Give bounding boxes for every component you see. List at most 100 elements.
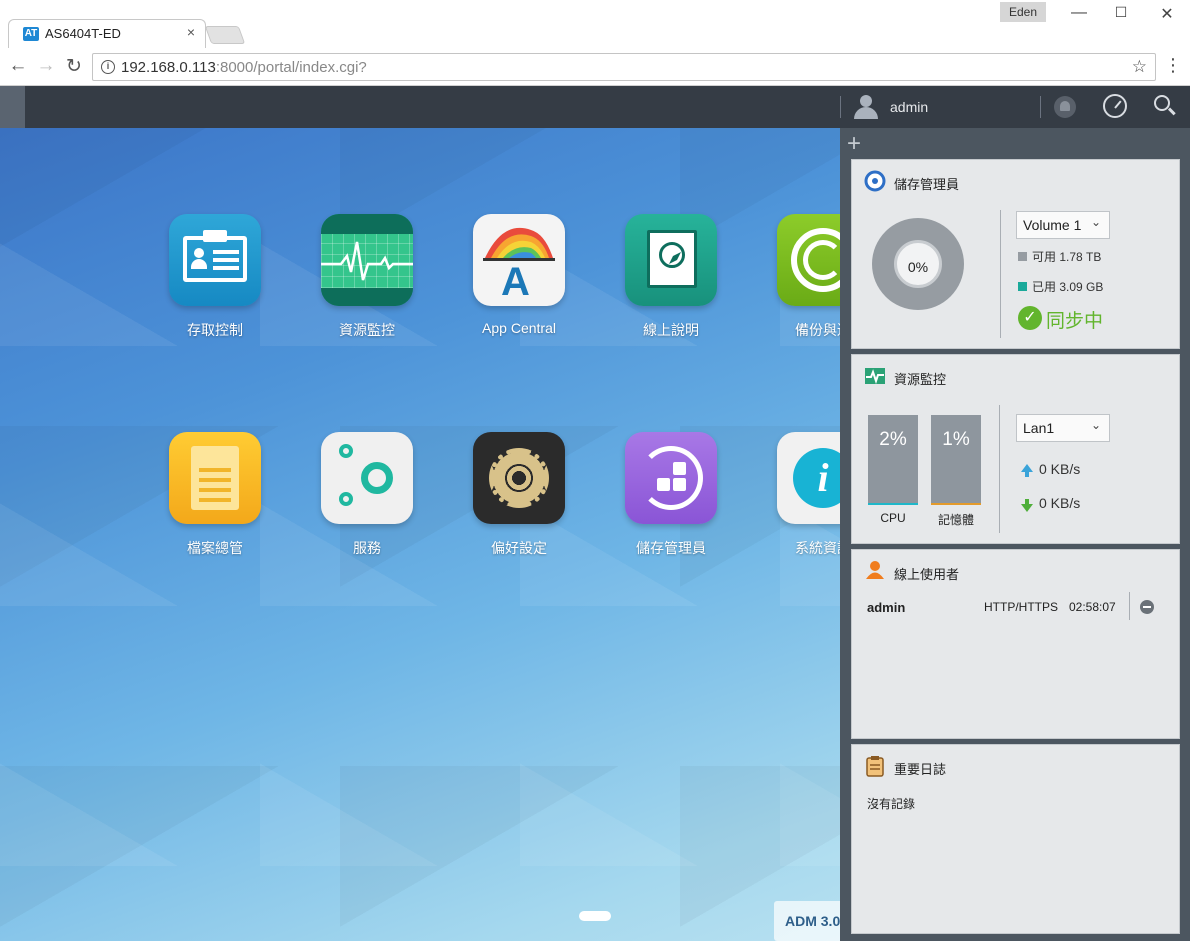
online-user-time: 02:58:07 [1069,600,1116,614]
free-swatch [1018,252,1027,261]
bookmark-star-icon[interactable]: ☆ [1132,57,1147,77]
widget-title: 線上使用者 [894,567,960,582]
chevron-down-icon: ⌄ [1090,215,1101,229]
divider [999,405,1000,533]
notification-bell-icon[interactable] [1054,96,1076,118]
tab-close-icon[interactable]: × [187,24,195,40]
volume-select[interactable]: Volume 1 ⌄ [1016,211,1110,239]
app-file-explorer[interactable]: 檔案總管 [150,432,280,558]
username[interactable]: admin [890,99,928,115]
preferences-icon[interactable] [473,432,565,524]
used-space-legend: 已用 3.09 GB [1018,278,1103,295]
free-space-legend: 可用 1.78 TB [1018,248,1101,265]
online-user-icon [866,561,884,579]
free-space-label: 可用 1.78 TB [1032,250,1102,264]
app-resource-monitor[interactable]: 資源監控 [302,214,432,340]
lan-select[interactable]: Lan1 ⌄ [1016,414,1110,442]
services-icon[interactable] [321,432,413,524]
file-explorer-icon[interactable] [169,432,261,524]
lan-select-value: Lan1 [1023,420,1055,436]
upload-rate: 0 KB/s [1039,461,1081,477]
dashboard-icon[interactable] [1103,94,1127,118]
start-button[interactable] [0,86,25,128]
check-circle-icon: ✓ [1018,306,1042,330]
app-label[interactable]: 儲存管理員 [606,538,736,558]
close-window-button[interactable]: ✕ [1152,4,1182,24]
reload-button[interactable]: ↻ [63,55,85,78]
app-label[interactable]: 服務 [302,538,432,558]
browser-tab[interactable]: AT AS6404T-ED × [8,19,206,48]
access-control-icon[interactable] [169,214,261,306]
memory-percent: 1% [942,429,970,450]
storage-usage-donut: 0% [872,218,964,310]
tab-title: AS6404T-ED [45,26,121,41]
profile-button[interactable]: Eden [1000,2,1046,22]
adm-desktop: admin 存取控制 資源監控 A App Central 線上說明 備份與還 … [0,86,1190,941]
widget-header: 資源監控 [864,365,946,387]
cpu-fill [868,503,918,505]
widget-header: 線上使用者 [864,560,959,582]
memory-usage-bar: 1% [931,415,981,505]
app-online-help[interactable]: 線上說明 [606,214,736,340]
app-app-central[interactable]: A App Central [454,214,584,336]
resource-monitor-widget: 資源監控 2% CPU 1% 記憶體 Lan1 ⌄ 0 KB/s 0 KB/s [851,354,1180,544]
used-swatch [1018,282,1027,291]
browser-titlebar: AT AS6404T-ED × Eden — ☐ ✕ [0,0,1190,48]
user-avatar-icon[interactable] [853,95,879,119]
storage-usage-percent: 0% [894,240,942,288]
minimize-button[interactable]: — [1064,4,1094,22]
widget-header: 重要日誌 [864,755,946,777]
app-label[interactable]: 線上說明 [606,320,736,340]
upload-arrow-icon [1021,464,1033,477]
cpu-usage-bar: 2% [868,415,918,505]
important-log-widget: 重要日誌 沒有記錄 [851,744,1180,934]
volume-select-value: Volume 1 [1023,217,1082,233]
app-label[interactable]: 偏好設定 [454,538,584,558]
forward-button[interactable]: → [35,55,57,77]
app-storage-manager[interactable]: 儲存管理員 [606,432,736,558]
app-central-letter: A [501,260,530,304]
search-icon[interactable] [1154,95,1170,111]
app-label[interactable]: App Central [454,320,584,336]
memory-label: 記憶體 [937,513,974,527]
resource-monitor-widget-icon [865,368,885,385]
clipboard-log-icon [866,756,884,777]
divider [1040,96,1041,118]
browser-menu-icon[interactable]: ⋮ [1164,55,1182,76]
new-tab-button[interactable] [204,26,246,44]
widget-panel: + 儲存管理員 0% Volume 1 ⌄ 可用 1.78 TB 已用 3.09… [840,128,1190,941]
online-user-name: admin [867,600,906,615]
back-button[interactable]: ← [7,55,29,77]
widget-title: 資源監控 [894,372,947,387]
online-user-protocol: HTTP/HTTPS [984,600,1058,614]
maximize-button[interactable]: ☐ [1106,4,1136,21]
app-access-control[interactable]: 存取控制 [150,214,280,340]
add-widget-button[interactable]: + [847,130,861,158]
address-bar[interactable]: i 192.168.0.113:8000/portal/index.cgi? ☆ [92,53,1156,81]
resource-monitor-icon[interactable] [321,214,413,306]
app-label[interactable]: 存取控制 [150,320,280,340]
info-icon[interactable]: i [101,60,115,74]
used-space-label: 已用 3.09 GB [1032,280,1104,294]
app-preferences[interactable]: 偏好設定 [454,432,584,558]
app-central-icon[interactable]: A [473,214,565,306]
disconnect-user-button[interactable] [1140,600,1154,614]
download-arrow-icon [1021,499,1033,512]
log-empty-text: 沒有記錄 [867,797,916,811]
online-help-icon[interactable] [625,214,717,306]
url-text[interactable]: 192.168.0.113:8000/portal/index.cgi? [121,59,367,76]
download-rate: 0 KB/s [1039,495,1081,511]
cpu-label: CPU [880,511,906,525]
cpu-percent: 2% [879,429,907,450]
app-services[interactable]: 服務 [302,432,432,558]
widget-title: 儲存管理員 [894,177,960,192]
page-indicator[interactable] [579,911,611,921]
url-path: :8000/portal/index.cgi? [215,59,367,76]
app-label[interactable]: 檔案總管 [150,538,280,558]
storage-manager-icon[interactable] [625,432,717,524]
storage-widget-icon [864,170,886,192]
chevron-down-icon: ⌄ [1090,418,1101,432]
app-label[interactable]: 資源監控 [302,320,432,340]
storage-widget: 儲存管理員 0% Volume 1 ⌄ 可用 1.78 TB 已用 3.09 G… [851,159,1180,349]
divider [840,96,841,118]
